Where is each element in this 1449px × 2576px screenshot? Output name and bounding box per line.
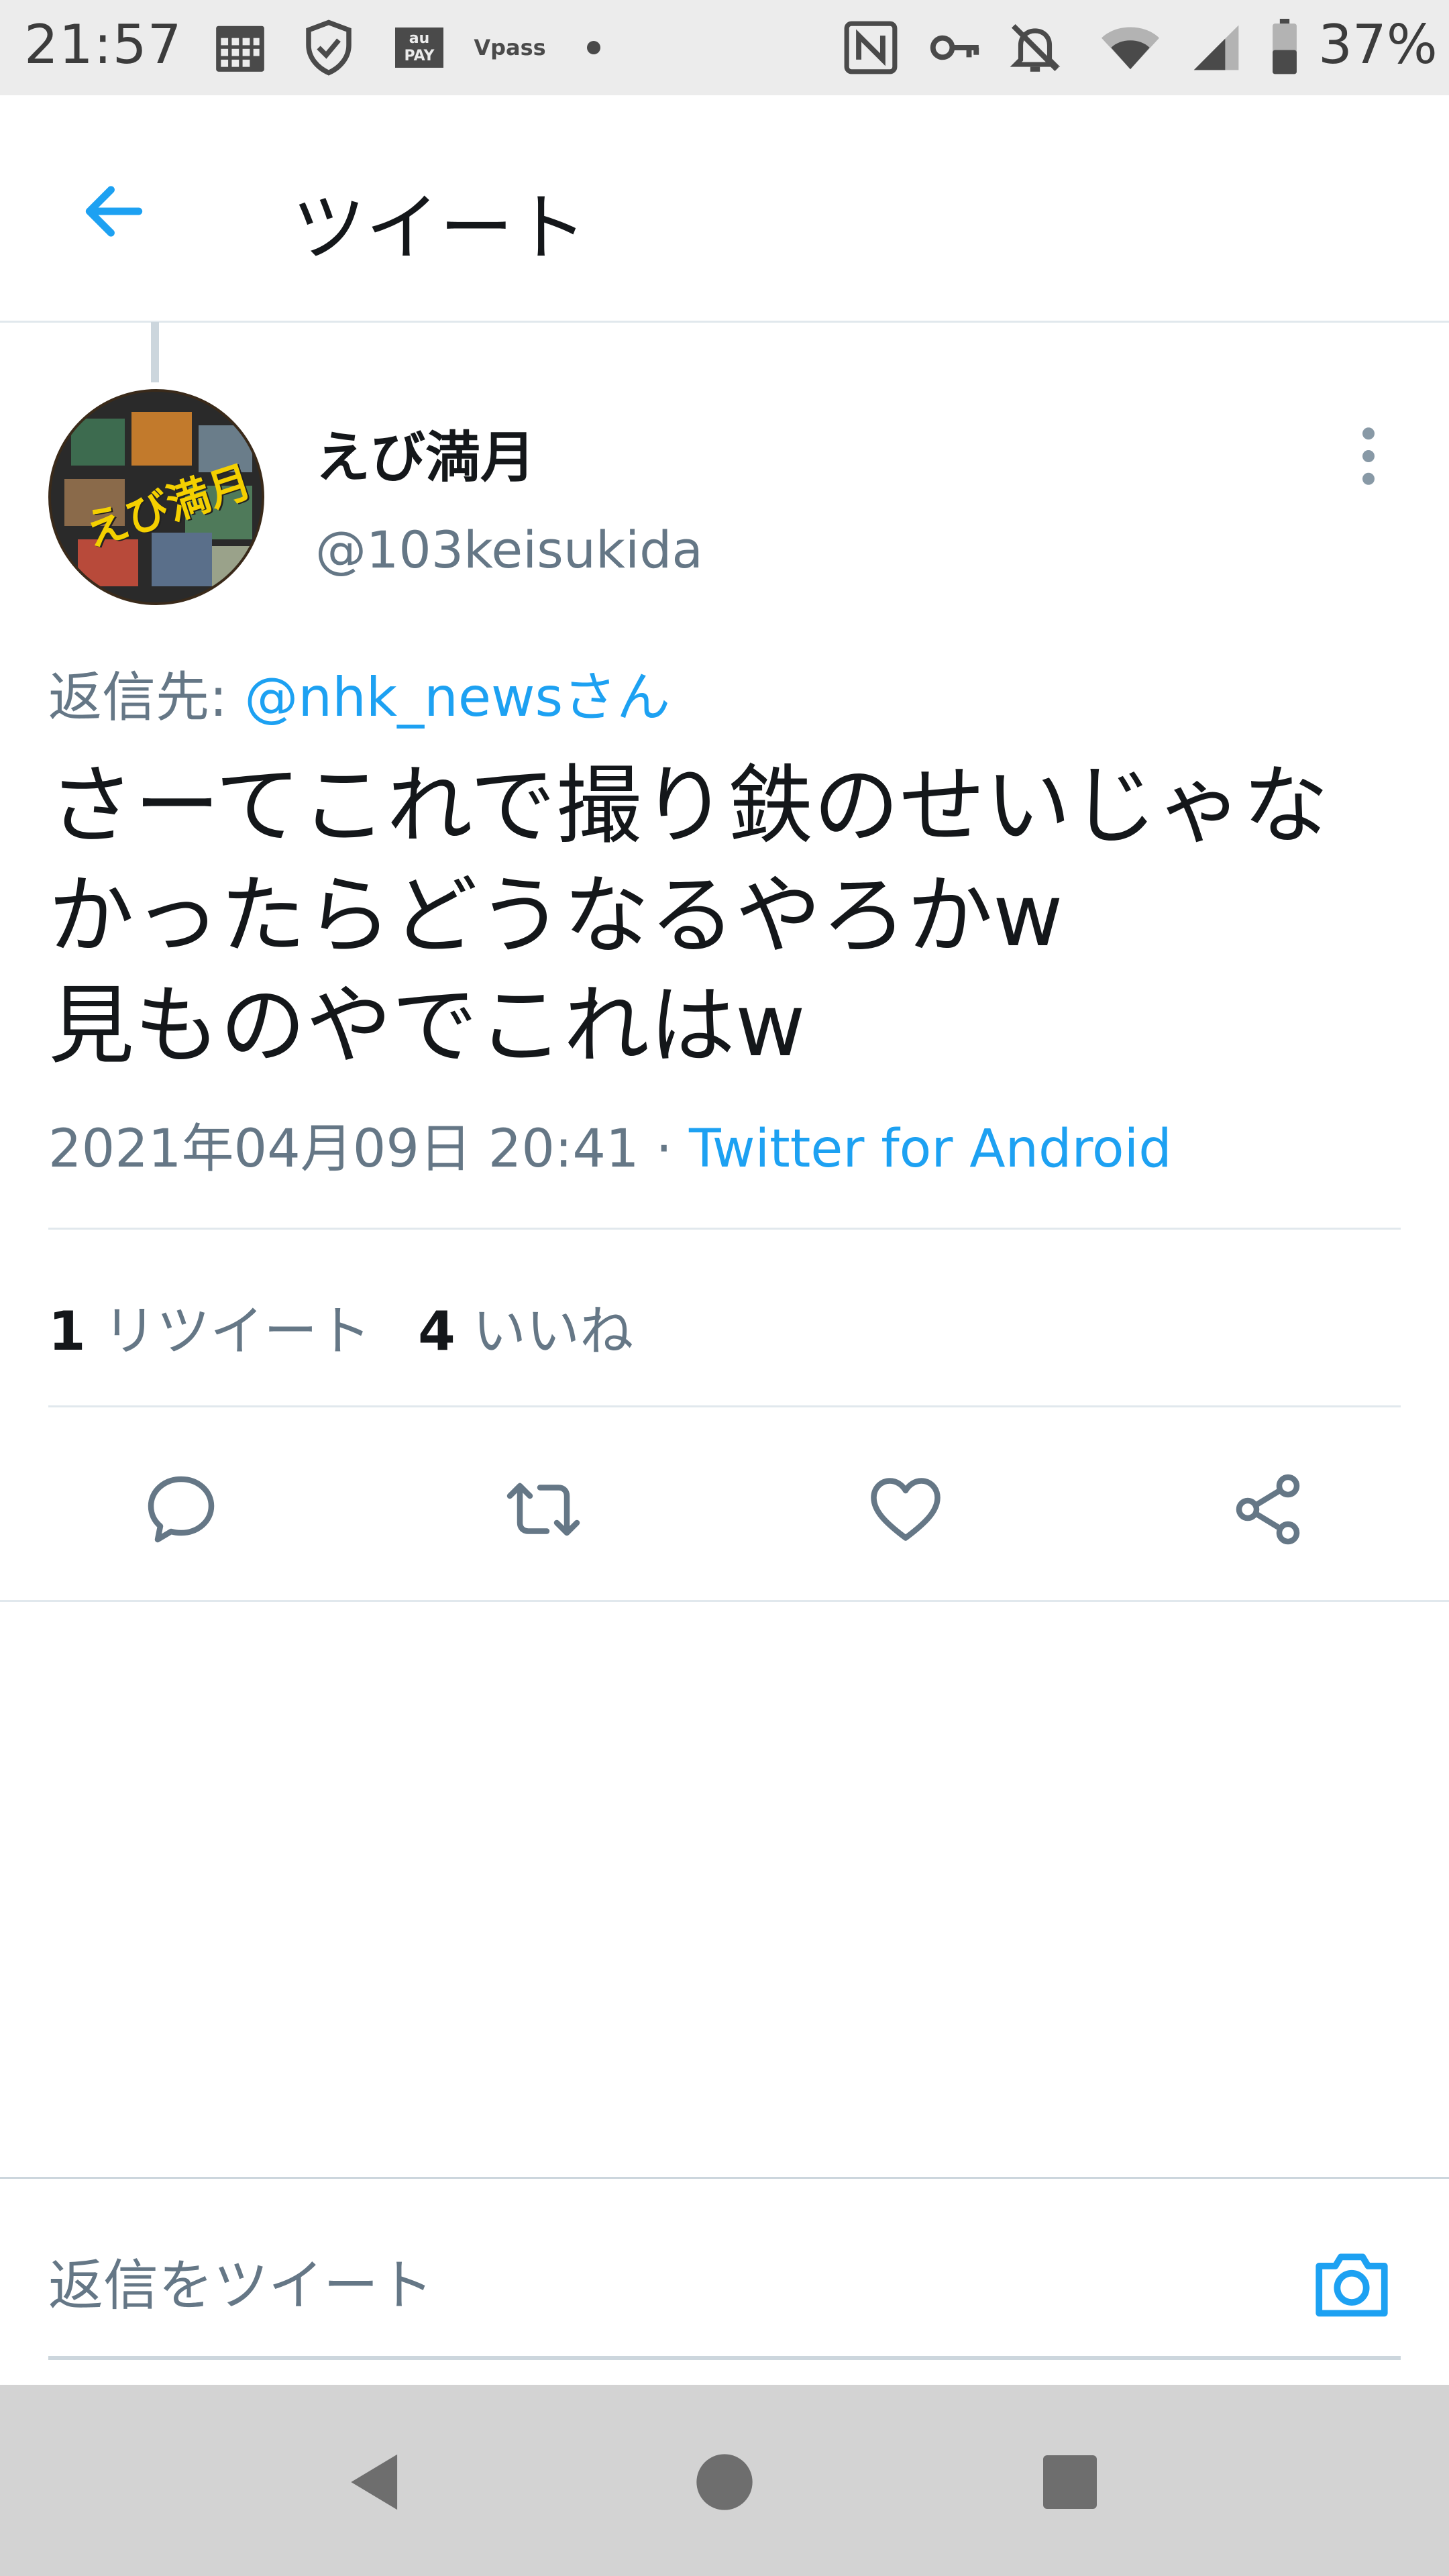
divider (0, 1600, 1449, 1602)
status-bar: 21:57 au PAY Vpass 37% (0, 0, 1449, 95)
reply-mention-link[interactable]: @nhk_newsさん (244, 666, 670, 729)
tweet-meta: 2021年04月09日 20:41 · Twitter for Android (48, 1107, 1172, 1182)
wifi-icon (1093, 19, 1167, 76)
meta-separator: · (639, 1119, 689, 1179)
heart-icon (871, 1478, 941, 1541)
dot-icon (577, 19, 610, 76)
reply-button[interactable] (127, 1456, 235, 1563)
tweet-text-line: かったらどうなるやろかw (48, 866, 1063, 966)
like-stat[interactable]: 4 いいね (418, 1300, 633, 1362)
nav-back-button[interactable] (322, 2428, 429, 2536)
arrow-left-icon (85, 186, 143, 237)
nav-home-button[interactable] (671, 2428, 778, 2536)
nav-recents-button[interactable] (1016, 2428, 1124, 2536)
divider (48, 1228, 1401, 1230)
retweet-count: 1 (48, 1300, 86, 1362)
triangle-back-icon (351, 2454, 398, 2510)
retweet-icon (506, 1483, 580, 1536)
author-handle[interactable]: @103keisukida (315, 520, 703, 580)
retweet-stat[interactable]: 1 リツイート (48, 1300, 371, 1362)
more-options-button[interactable] (1335, 416, 1402, 496)
tweet-text-line: 見ものやでこれはw (48, 976, 806, 1076)
like-button[interactable] (852, 1456, 959, 1563)
square-recents-icon (1043, 2455, 1097, 2509)
like-label: いいね (472, 1300, 634, 1362)
reply-input[interactable]: 返信をツイート (48, 2241, 433, 2320)
avatar[interactable]: えび満月 (48, 389, 264, 605)
nfc-icon (839, 19, 903, 76)
retweet-label: リツイート (103, 1300, 372, 1362)
tweet-stats: 1 リツイート 4 いいね (48, 1288, 633, 1366)
signal-icon (1184, 19, 1248, 76)
reply-to-line: 返信先: @nhk_newsさん (48, 654, 670, 732)
tweet-text-line: さーてこれで撮り鉄のせいじゃな (48, 756, 1329, 856)
bell-off-icon (1003, 19, 1067, 76)
camera-icon (1316, 2253, 1388, 2317)
tweet-text: さーてこれで撮り鉄のせいじゃな かったらどうなるやろかw 見ものやでこれはw (48, 751, 1410, 1081)
calendar-icon (208, 19, 272, 76)
battery-icon (1261, 19, 1308, 76)
page-title: ツイート (292, 185, 587, 271)
back-button[interactable] (67, 164, 161, 258)
au-pay-label: au PAY (395, 28, 443, 68)
reply-prefix: 返信先: (48, 666, 245, 729)
more-vertical-icon (1362, 427, 1375, 485)
camera-button[interactable] (1301, 2234, 1402, 2334)
retweet-button[interactable] (490, 1456, 597, 1563)
shield-check-icon (295, 19, 362, 76)
like-count: 4 (418, 1300, 455, 1362)
author-name[interactable]: えび満月 (315, 413, 535, 492)
circle-home-icon (696, 2454, 753, 2510)
comment-icon (148, 1476, 215, 1543)
thread-connector (151, 322, 159, 382)
divider (48, 1405, 1401, 1407)
status-time: 21:57 (24, 13, 182, 76)
battery-percent: 37% (1318, 13, 1438, 76)
app-header (0, 95, 1449, 323)
share-button[interactable] (1214, 1456, 1322, 1563)
key-icon (922, 19, 987, 76)
tweet-timestamp: 2021年04月09日 20:41 (48, 1119, 639, 1179)
tweet-source-link[interactable]: Twitter for Android (689, 1119, 1172, 1179)
compose-underline (48, 2356, 1401, 2360)
au-pay-icon: au PAY (389, 19, 449, 76)
share-icon (1236, 1474, 1300, 1545)
vpass-icon: Vpass (474, 35, 546, 60)
